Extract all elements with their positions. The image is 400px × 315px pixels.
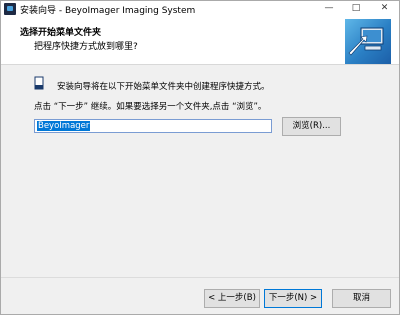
folder-input-value: BeyoImager xyxy=(37,121,91,131)
minimize-icon[interactable]: — xyxy=(315,1,343,17)
page-subtitle: 把程序快捷方式放到哪里? xyxy=(34,42,138,52)
footer-divider xyxy=(1,277,399,278)
maximize-icon[interactable]: □ xyxy=(342,1,370,17)
close-icon[interactable]: ✕ xyxy=(370,1,399,17)
start-menu-folder-icon xyxy=(34,76,44,90)
intro-text: 安装向导将在以下开始菜单文件夹中创建程序快捷方式。 xyxy=(57,82,270,92)
app-icon xyxy=(4,3,16,15)
wizard-logo xyxy=(345,19,391,64)
start-menu-folder-input[interactable]: BeyoImager xyxy=(34,119,272,133)
window-title: 安装向导 - BeyoImager Imaging System xyxy=(20,6,196,16)
browse-button[interactable]: 浏览(R)... xyxy=(282,117,341,136)
next-button[interactable]: 下一步(N) > xyxy=(264,289,322,308)
cancel-button[interactable]: 取消 xyxy=(332,289,391,308)
wizard-header: 选择开始菜单文件夹 把程序快捷方式放到哪里? xyxy=(1,17,399,65)
hint-text: 点击 “下一步” 继续。如果要选择另一个文件夹,点击 “浏览”。 xyxy=(34,102,267,112)
title-bar[interactable]: 安装向导 - BeyoImager Imaging System — □ ✕ xyxy=(1,1,399,17)
installer-window: 安装向导 - BeyoImager Imaging System — □ ✕ 选… xyxy=(0,0,400,315)
back-button[interactable]: < 上一步(B) xyxy=(204,289,260,308)
computer-shortcut-icon xyxy=(348,27,384,56)
wizard-body: 安装向导将在以下开始菜单文件夹中创建程序快捷方式。 点击 “下一步” 继续。如果… xyxy=(1,66,399,276)
page-title: 选择开始菜单文件夹 xyxy=(20,28,102,38)
